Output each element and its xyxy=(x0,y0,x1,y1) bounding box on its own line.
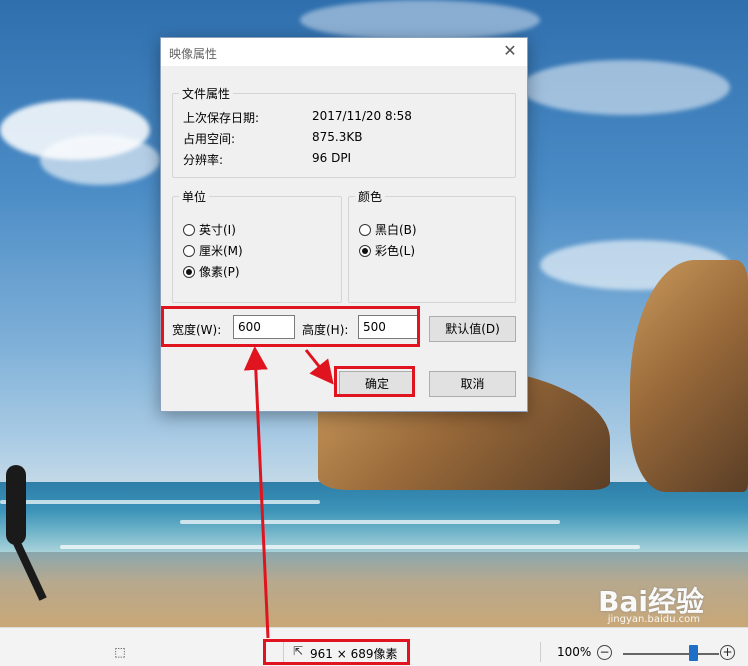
highlight-dimensions xyxy=(263,639,410,665)
cancel-button[interactable]: 取消 xyxy=(429,371,516,397)
color-color-radio[interactable]: 彩色(L) xyxy=(359,242,415,259)
unit-pixel-label: 像素(P) xyxy=(199,265,240,279)
dialog-title: 映像属性 xyxy=(169,47,218,61)
highlight-ok-button xyxy=(334,366,415,397)
size-on-disk-label: 占用空间: xyxy=(183,132,236,146)
color-bw-radio[interactable]: 黑白(B) xyxy=(359,221,417,238)
wave xyxy=(180,520,560,524)
rock-arch-right xyxy=(630,260,748,492)
unit-cm-radio[interactable]: 厘米(M) xyxy=(183,242,243,259)
status-divider xyxy=(540,642,541,662)
highlight-size-fields xyxy=(161,306,420,347)
radio-indicator xyxy=(183,223,195,236)
image-properties-dialog: 映像属性 ✕ 文件属性 上次保存日期: 2017/11/20 8:58 占用空间… xyxy=(160,37,528,412)
color-bw-label: 黑白(B) xyxy=(375,223,417,237)
close-icon[interactable]: ✕ xyxy=(501,42,519,60)
unit-legend: 单位 xyxy=(182,190,207,204)
default-button[interactable]: 默认值(D) xyxy=(429,316,516,342)
wave xyxy=(60,545,640,549)
resolution-label: 分辨率: xyxy=(183,153,224,167)
runner-silhouette xyxy=(6,465,26,545)
unit-pixel-radio[interactable]: 像素(P) xyxy=(183,263,240,280)
size-on-disk-value: 875.3KB xyxy=(312,130,363,144)
zoom-level: 100% xyxy=(557,645,592,659)
cloud xyxy=(40,135,160,185)
zoom-slider-track[interactable] xyxy=(623,653,719,655)
radio-indicator-checked xyxy=(359,244,371,257)
unit-cm-label: 厘米(M) xyxy=(199,244,243,258)
color-legend: 颜色 xyxy=(358,190,383,204)
dialog-titlebar: 映像属性 ✕ xyxy=(161,38,527,66)
unit-inch-radio[interactable]: 英寸(I) xyxy=(183,221,236,238)
select-region-icon[interactable]: ⬚ xyxy=(111,644,129,660)
cloud xyxy=(520,60,730,115)
sea xyxy=(0,482,748,552)
color-color-label: 彩色(L) xyxy=(375,244,416,258)
radio-indicator-checked xyxy=(183,265,195,278)
cloud xyxy=(300,0,540,40)
radio-indicator xyxy=(359,223,371,236)
last-saved-label: 上次保存日期: xyxy=(183,111,260,125)
zoom-slider-thumb[interactable] xyxy=(689,645,698,661)
unit-inch-label: 英寸(I) xyxy=(199,223,236,237)
zoom-out-button[interactable]: − xyxy=(597,645,612,660)
wave xyxy=(0,500,320,504)
watermark-url: jingyan.baidu.com xyxy=(607,614,700,625)
file-properties-legend: 文件属性 xyxy=(182,87,231,101)
last-saved-value: 2017/11/20 8:58 xyxy=(312,109,412,123)
radio-indicator xyxy=(183,244,195,257)
zoom-in-button[interactable]: + xyxy=(720,645,735,660)
resolution-value: 96 DPI xyxy=(312,151,352,165)
